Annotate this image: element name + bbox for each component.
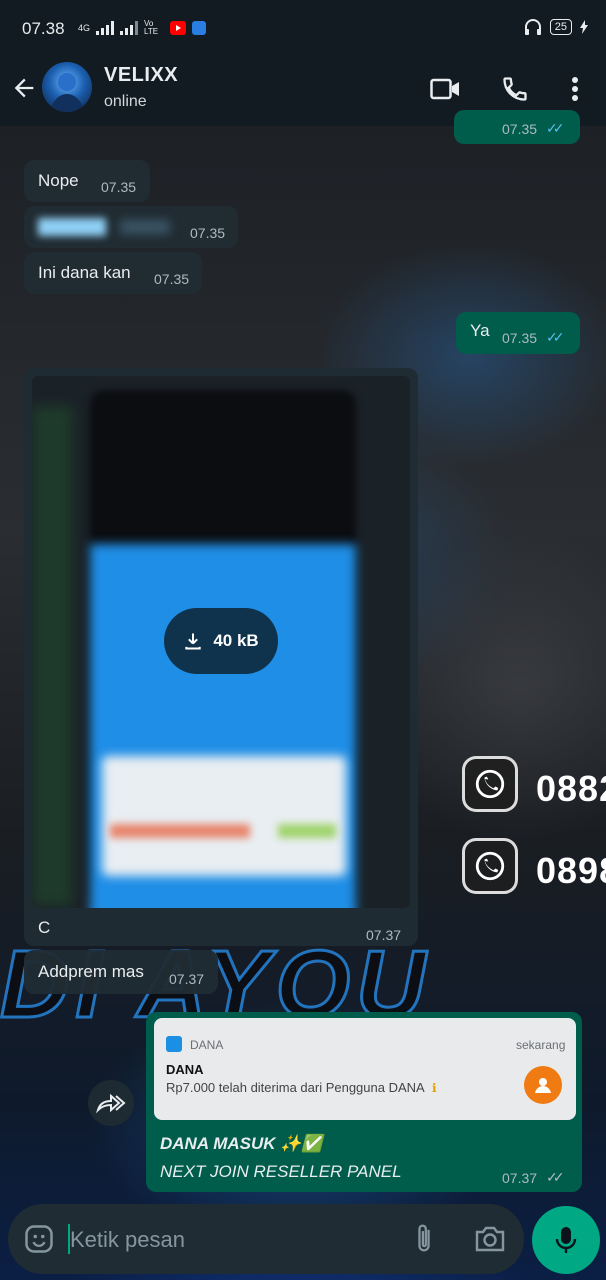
whatsapp-icon xyxy=(462,756,518,812)
notification-time: sekarang xyxy=(516,1038,566,1052)
avatar[interactable] xyxy=(42,62,92,112)
message-time: 07.37 xyxy=(169,971,205,987)
message-text: Addprem mas xyxy=(38,962,144,981)
message-time: 07.37 xyxy=(502,1170,538,1186)
camera-icon[interactable] xyxy=(474,1224,506,1259)
info-icon: ℹ xyxy=(432,1081,437,1095)
message-bubble-outgoing[interactable]: Ya 07.35 ✓✓ xyxy=(456,312,580,354)
message-time: 07.35 xyxy=(154,271,190,287)
forward-button[interactable] xyxy=(88,1080,134,1126)
message-text: Ini dana kan xyxy=(38,263,131,282)
download-icon xyxy=(185,633,201,650)
wallpaper-phone-2: 0898 xyxy=(536,850,606,891)
phone-call-icon[interactable] xyxy=(500,74,530,104)
message-bubble-incoming[interactable]: Nope 07.35 xyxy=(24,160,150,202)
status-icons: 4G Vo LTE xyxy=(78,19,207,36)
youtube-icon xyxy=(170,21,187,35)
message-bubble-incoming[interactable]: Ini dana kan 07.35 xyxy=(24,252,202,294)
image-caption: C xyxy=(38,918,51,937)
message-text-line2: NEXT JOIN RESELLER PANEL xyxy=(160,1162,402,1181)
read-receipt-icon: ✓✓ xyxy=(546,120,565,136)
message-time: 07.35 xyxy=(502,121,538,137)
message-text: Nope xyxy=(38,171,79,190)
back-arrow-icon[interactable] xyxy=(10,74,38,102)
voice-message-button[interactable] xyxy=(532,1206,600,1274)
forward-icon xyxy=(96,1093,126,1114)
message-time: 07.35 xyxy=(190,225,226,241)
delivered-receipt-icon: ✓✓ xyxy=(546,1169,565,1185)
download-button[interactable]: 40 kB xyxy=(164,608,278,674)
notification-app-name: DANA xyxy=(190,1038,224,1052)
message-time: 07.35 xyxy=(502,330,538,346)
signal-icon xyxy=(120,21,139,35)
more-options-icon[interactable] xyxy=(560,74,590,104)
notification-body: Rp7.000 telah diterima dari Pengguna DAN… xyxy=(166,1080,425,1095)
contact-name[interactable]: VELIXX xyxy=(104,64,178,87)
dana-logo-icon xyxy=(166,1036,182,1052)
notification-avatar-icon xyxy=(524,1066,562,1104)
read-receipt-icon: ✓✓ xyxy=(546,329,565,345)
redacted-text xyxy=(38,218,106,236)
video-call-icon[interactable] xyxy=(430,74,460,104)
status-time: 07.38 xyxy=(22,19,65,38)
message-bubble-incoming[interactable]: Addprem mas 07.37 xyxy=(24,950,218,994)
microphone-icon xyxy=(555,1227,577,1253)
message-text-line1: DANA MASUK ✨✅ xyxy=(160,1134,323,1153)
message-text: Ya xyxy=(470,321,490,340)
message-time: 07.35 xyxy=(101,179,137,195)
notification-title: DANA xyxy=(166,1062,204,1077)
message-input[interactable]: Ketik pesan xyxy=(70,1227,185,1253)
wallpaper-phone-1: 0882 xyxy=(536,768,606,809)
message-bubble-outgoing[interactable]: 07.35 ✓✓ xyxy=(454,110,580,144)
battery-indicator: 25 xyxy=(549,19,572,35)
emoji-icon[interactable] xyxy=(24,1224,54,1259)
signal-icon xyxy=(96,21,115,35)
charging-icon xyxy=(580,20,588,34)
redacted-text xyxy=(120,220,170,234)
network-label: 4G xyxy=(78,23,91,33)
whatsapp-icon xyxy=(462,838,518,894)
status-right: 25 xyxy=(524,19,588,35)
headphones-icon xyxy=(524,19,541,35)
message-time: 07.37 xyxy=(366,927,402,943)
file-size: 40 kB xyxy=(213,631,259,650)
app-notification-icon xyxy=(192,21,207,35)
contact-status: online xyxy=(104,93,147,110)
attach-icon[interactable] xyxy=(410,1222,438,1261)
message-bubble-incoming[interactable]: 07.35 xyxy=(24,206,238,248)
volte-label: Vo LTE xyxy=(144,19,159,36)
dana-notification-screenshot[interactable]: DANA sekarang DANA Rp7.000 telah diterim… xyxy=(154,1018,576,1120)
